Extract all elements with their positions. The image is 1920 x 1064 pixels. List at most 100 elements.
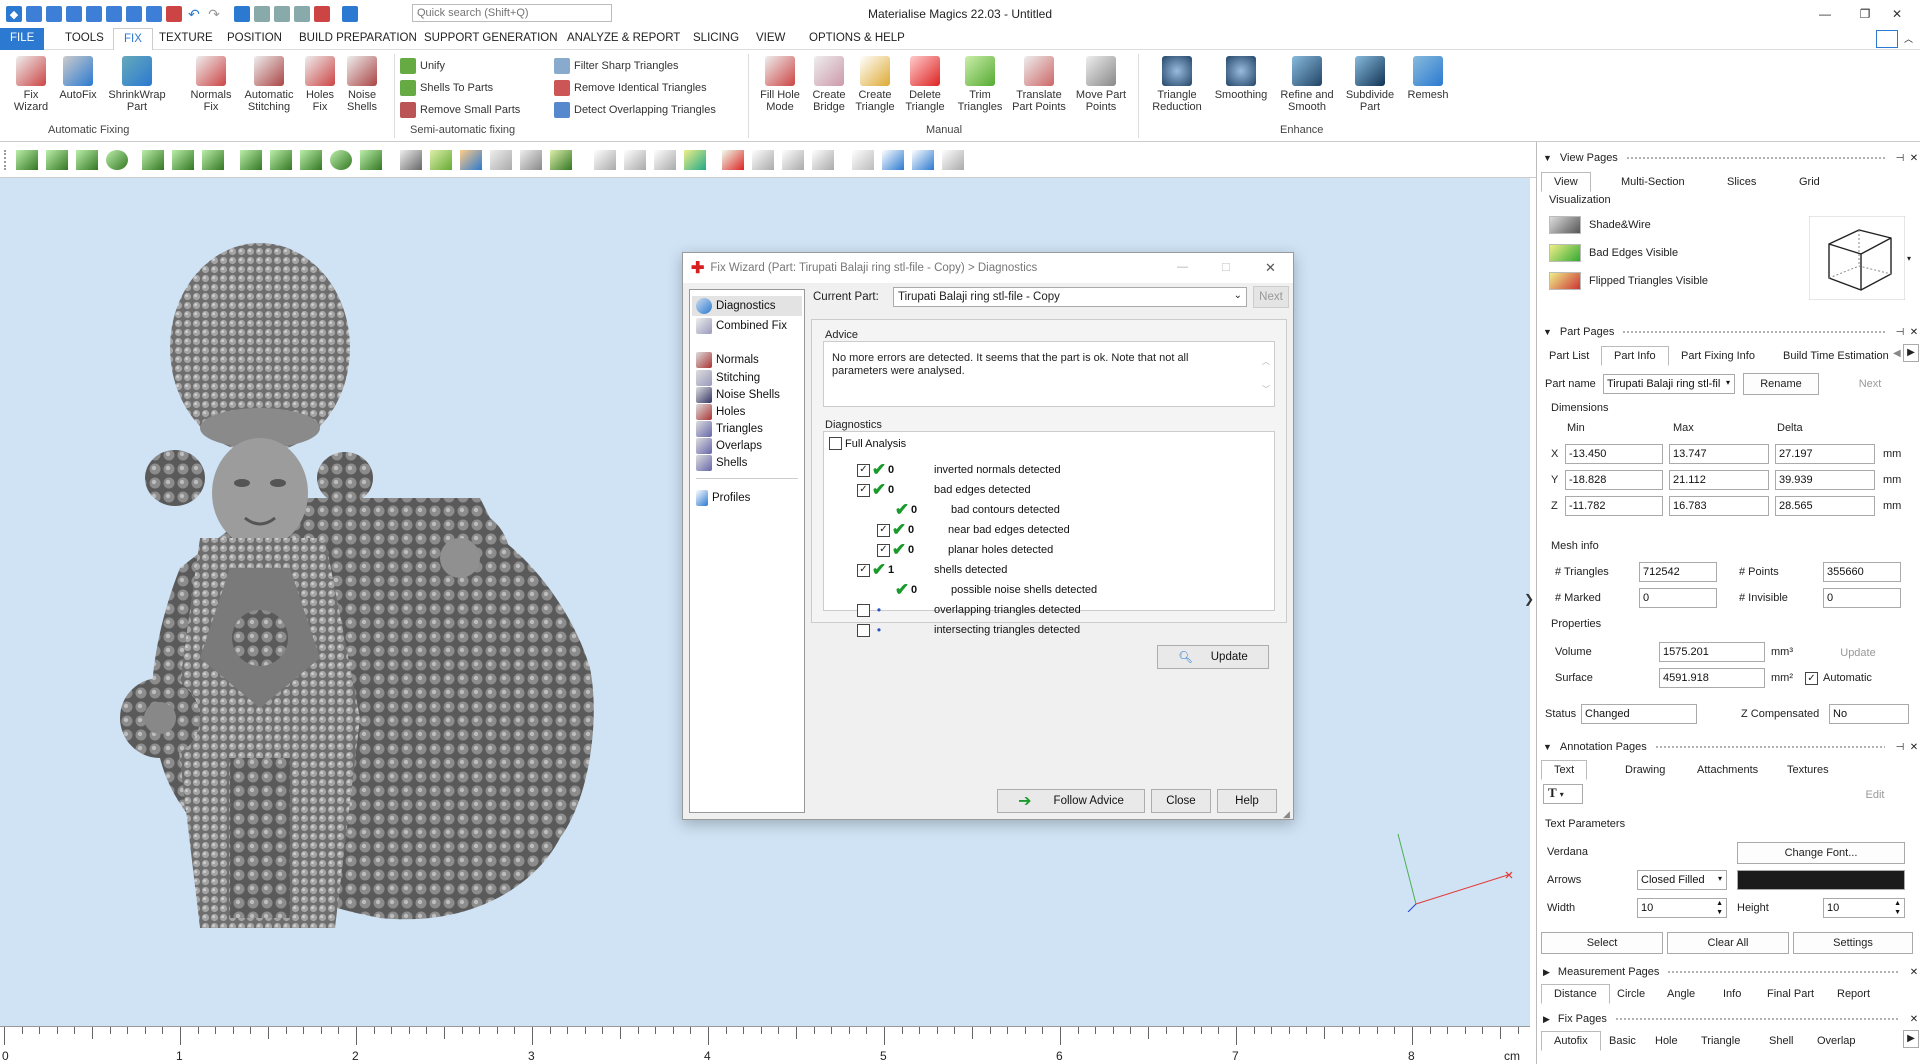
tab-build-time-estimation[interactable]: Build Time Estimation xyxy=(1783,350,1897,362)
noise-shells-button[interactable]: Noise Shells xyxy=(342,56,382,113)
part-view-icon-1[interactable] xyxy=(400,150,422,170)
pin-icon[interactable]: ⊣ xyxy=(1893,742,1907,753)
nav-combined-fix[interactable]: Combined Fix xyxy=(696,318,787,334)
volume-field[interactable]: 1575.201 xyxy=(1659,642,1765,662)
close-window-button[interactable]: ✕ xyxy=(1874,0,1920,28)
smoothing-button[interactable]: Smoothing xyxy=(1210,56,1272,101)
tab-distance[interactable]: Distance xyxy=(1541,984,1610,1004)
triangle-tool-icon-2[interactable] xyxy=(624,150,646,170)
points-count-field[interactable]: 355660 xyxy=(1823,562,1901,582)
new-icon[interactable] xyxy=(26,6,42,22)
tab-position[interactable]: POSITION xyxy=(227,32,282,44)
view-cube[interactable] xyxy=(1809,216,1905,300)
annotation-pages-header[interactable]: ▼ Annotation Pages ⊣ ✕ xyxy=(1537,737,1920,757)
row-checkbox[interactable]: ✓ xyxy=(857,463,870,477)
triangle-tool-icon-4[interactable] xyxy=(684,150,706,170)
tab-part-list[interactable]: Part List xyxy=(1549,350,1589,362)
triangle-tool-icon-11[interactable] xyxy=(942,150,964,170)
triangle-tool-icon-6[interactable] xyxy=(782,150,804,170)
toolbar-grip[interactable] xyxy=(4,150,7,170)
update-volume-button[interactable]: Update xyxy=(1813,642,1903,664)
triangle-tool-icon-1[interactable] xyxy=(594,150,616,170)
zoom-window-icon[interactable] xyxy=(254,6,270,22)
nav-stitching[interactable]: Stitching xyxy=(696,370,760,386)
fix-wizard-button[interactable]: Fix Wizard xyxy=(8,56,54,113)
tab-scroll-left-icon[interactable]: ◀ xyxy=(1893,348,1901,359)
automatic-checkbox[interactable]: ✓ xyxy=(1805,672,1818,685)
fill-hole-mode-button[interactable]: Fill Hole Mode xyxy=(752,56,808,113)
collapse-icon[interactable]: ▼ xyxy=(1543,327,1552,337)
x-max-field[interactable]: 13.747 xyxy=(1669,444,1769,464)
current-part-select[interactable]: Tirupati Balaji ring stl-file - Copy ⌄ xyxy=(893,287,1247,307)
close-icon[interactable]: ✕ xyxy=(1907,967,1920,978)
shells-to-parts-button[interactable]: Shells To Parts xyxy=(400,80,493,96)
flipped-triangles-dropdown[interactable] xyxy=(1549,272,1581,290)
collapse-ribbon-icon[interactable]: ︿ xyxy=(1904,32,1913,45)
create-bridge-button[interactable]: Create Bridge xyxy=(808,56,850,113)
pin-icon[interactable]: ⊣ xyxy=(1893,327,1907,338)
unmark-all-icon[interactable] xyxy=(360,150,382,170)
change-font-button[interactable]: Change Font... xyxy=(1737,842,1905,864)
tab-drawing[interactable]: Drawing xyxy=(1625,764,1665,776)
tab-final-part[interactable]: Final Part xyxy=(1767,988,1814,1000)
tab-build-preparation[interactable]: BUILD PREPARATION xyxy=(299,32,417,44)
refine-and-smooth-button[interactable]: Refine and Smooth xyxy=(1276,56,1338,113)
close-part-icon[interactable] xyxy=(166,6,182,22)
holes-fix-button[interactable]: Holes Fix xyxy=(302,56,338,113)
pin-icon[interactable]: ⊣ xyxy=(1893,153,1907,164)
rename-button[interactable]: Rename xyxy=(1743,373,1819,395)
tab-attachments[interactable]: Attachments xyxy=(1697,764,1758,776)
nav-profiles[interactable]: Profiles xyxy=(696,490,750,506)
tab-info[interactable]: Info xyxy=(1723,988,1741,1000)
row-checkbox[interactable]: ✓ xyxy=(857,483,870,497)
ring-model[interactable] xyxy=(120,238,620,938)
x-min-field[interactable]: -13.450 xyxy=(1565,444,1663,464)
shrinkwrap-button[interactable]: ShrinkWrap Part xyxy=(104,56,170,113)
spinner-arrows-icon[interactable]: ▲ ▼ xyxy=(1894,899,1901,917)
close-icon[interactable]: ✕ xyxy=(1907,1014,1920,1025)
next-part-button[interactable]: Next xyxy=(1253,286,1289,308)
save-part-icon[interactable] xyxy=(146,6,162,22)
select-button[interactable]: Select xyxy=(1541,932,1663,954)
part-pages-header[interactable]: ▼ Part Pages ⊣ ✕ xyxy=(1537,322,1920,342)
invisible-count-field[interactable]: 0 xyxy=(1823,588,1901,608)
nav-triangles[interactable]: Triangles xyxy=(696,421,763,437)
collapse-icon[interactable]: ▼ xyxy=(1543,153,1552,163)
z-max-field[interactable]: 16.783 xyxy=(1669,496,1769,516)
save-as-icon[interactable] xyxy=(86,6,102,22)
mark-edge-icon[interactable] xyxy=(202,150,224,170)
next-button[interactable]: Next xyxy=(1827,373,1913,395)
row-checkbox[interactable]: ✓ xyxy=(857,563,870,577)
expand-icon[interactable]: ▶ xyxy=(1543,1014,1550,1025)
dialog-maximize-button[interactable]: ☐ xyxy=(1221,261,1231,274)
row-checkbox[interactable]: ✓ xyxy=(877,543,890,557)
zoom-icon[interactable] xyxy=(294,6,310,22)
dialog-minimize-button[interactable]: — xyxy=(1177,261,1188,273)
mark-shell-icon[interactable] xyxy=(106,150,128,170)
part-view-icon-3[interactable] xyxy=(460,150,482,170)
autofix-button[interactable]: AutoFix xyxy=(56,56,100,101)
mark-brush-icon[interactable] xyxy=(270,150,292,170)
trim-triangles-button[interactable]: Trim Triangles xyxy=(954,56,1006,113)
color-swatch[interactable] xyxy=(1737,870,1905,890)
mark-surface-icon[interactable] xyxy=(76,150,98,170)
nav-normals[interactable]: Normals xyxy=(696,352,759,368)
clear-all-button[interactable]: Clear All xyxy=(1667,932,1789,954)
tab-grid[interactable]: Grid xyxy=(1799,176,1820,188)
tab-support-generation[interactable]: SUPPORT GENERATION xyxy=(424,32,558,44)
tab-textures[interactable]: Textures xyxy=(1787,764,1829,776)
z-min-field[interactable]: -11.782 xyxy=(1565,496,1663,516)
remove-small-parts-button[interactable]: Remove Small Parts xyxy=(400,102,520,118)
close-icon[interactable]: ✕ xyxy=(1907,153,1920,164)
triangle-tool-icon-7[interactable] xyxy=(812,150,834,170)
y-max-field[interactable]: 21.112 xyxy=(1669,470,1769,490)
quick-search-input[interactable] xyxy=(412,4,612,22)
tab-scroll-right-icon[interactable]: ▶ xyxy=(1903,344,1919,362)
follow-advice-button[interactable]: ➔ Follow Advice xyxy=(997,789,1145,813)
layout-icon[interactable] xyxy=(1876,30,1898,48)
height-spinner[interactable]: 10 ▲ ▼ xyxy=(1823,898,1905,918)
tab-triangle[interactable]: Triangle xyxy=(1701,1035,1740,1047)
translate-part-points-button[interactable]: Translate Part Points xyxy=(1010,56,1068,113)
remesh-button[interactable]: Remesh xyxy=(1402,56,1454,101)
tab-hole[interactable]: Hole xyxy=(1655,1035,1678,1047)
